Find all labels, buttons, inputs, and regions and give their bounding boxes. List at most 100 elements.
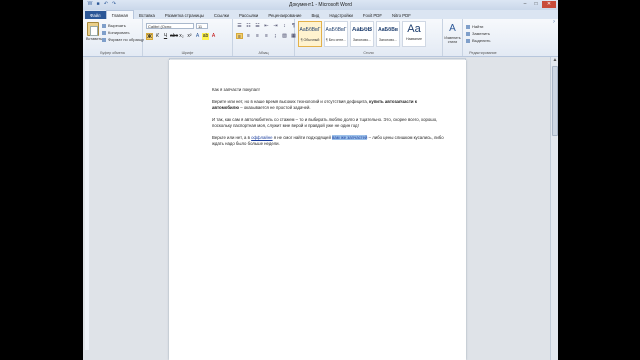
multilevel-icon[interactable]: ☱ xyxy=(254,23,261,29)
paragraph-4[interactable]: Верьте или нет, а в оффлайне я не смог н… xyxy=(212,134,444,148)
copy-icon xyxy=(102,30,106,35)
align-right-icon[interactable]: ≡ xyxy=(254,33,261,39)
editing-items: Найти Заменить Выделить xyxy=(466,23,490,44)
style-name: Заголово... xyxy=(378,38,398,42)
style-normal[interactable]: АаБбВвГ ¶ Обычный xyxy=(298,21,322,47)
replace-label: Заменить xyxy=(472,31,490,36)
paragraph-1[interactable]: Как я запчасти покупал! xyxy=(212,87,444,94)
style-heading-2[interactable]: АаБбВв Заголово... xyxy=(376,21,400,47)
style-title[interactable]: Аа Название xyxy=(402,21,426,47)
select-icon xyxy=(466,38,470,43)
word-window: W ■ ↶ ↷ Документ1 - Microsoft Word – □ ✕… xyxy=(83,0,558,360)
editing-group: Найти Заменить Выделить Редактирование xyxy=(463,19,503,56)
paragraph-3[interactable]: И так, как сам я автолюбитель со стажем … xyxy=(212,117,444,130)
change-styles-button[interactable]: A Изменить стили xyxy=(443,19,463,56)
subscript-button[interactable]: x₂ xyxy=(178,33,185,40)
increase-indent-icon[interactable]: ⇥ xyxy=(272,23,279,29)
paragraph-group-name: Абзац xyxy=(258,51,269,55)
style-name: Название xyxy=(405,37,423,41)
replace-button[interactable]: Заменить xyxy=(466,30,490,37)
paragraph-2[interactable]: Верите или нет, но в наше время высоких … xyxy=(212,99,444,112)
font-group-name: Шрифт xyxy=(181,51,194,55)
tab-page-layout[interactable]: Разметка страницы xyxy=(160,11,209,19)
tab-references[interactable]: Ссылки xyxy=(209,11,234,19)
tab-nitro[interactable]: Nitro PDF xyxy=(387,11,416,19)
font-color-icon[interactable]: A xyxy=(210,33,217,40)
scroll-thumb[interactable] xyxy=(552,66,558,136)
bold-button[interactable]: Ж xyxy=(146,33,153,40)
editing-group-name: Редактирование xyxy=(469,51,497,55)
font-family-select[interactable]: Calibri (Осно xyxy=(146,23,194,29)
tab-view[interactable]: Вид xyxy=(307,11,325,19)
superscript-button[interactable]: x² xyxy=(186,33,193,40)
tab-foxit[interactable]: Foxit PDF xyxy=(358,11,387,19)
vertical-scrollbar[interactable]: ▲ xyxy=(550,57,558,360)
document-page[interactable]: Как я запчасти покупал! Верите или нет, … xyxy=(169,60,466,360)
paragraph-group: ☰ ☷ ☱ ⇤ ⇥ ↕ ¶ ≡ ≡ ≡ ≡ ↨ ▨ ▦ Абзац xyxy=(233,19,297,56)
offline-link[interactable]: оффлайне xyxy=(251,135,272,140)
change-styles-label: Изменить стили xyxy=(444,36,461,44)
paste-button[interactable]: Вставить xyxy=(86,22,102,41)
shading-icon[interactable]: ▨ xyxy=(281,33,288,39)
document-body[interactable]: Как я запчасти покупал! Верите или нет, … xyxy=(212,87,444,153)
highlight-icon[interactable]: ab xyxy=(202,33,209,40)
style-no-spacing[interactable]: АаБбВвГ ¶ Без инте... xyxy=(324,21,348,47)
change-styles-icon: A xyxy=(449,23,456,34)
copy-button[interactable]: Копировать xyxy=(102,29,144,36)
style-gallery: АаБбВвГ ¶ Обычный АаБбВвГ ¶ Без инте... … xyxy=(298,21,426,47)
decrease-indent-icon[interactable]: ⇤ xyxy=(263,23,270,29)
styles-group: АаБбВвГ ¶ Обычный АаБбВвГ ¶ Без инте... … xyxy=(295,19,443,56)
style-name: Заголово... xyxy=(352,38,372,42)
paragraph-4-text: Верьте или нет, а в xyxy=(212,134,252,140)
clipboard-group-name: Буфер обмена xyxy=(100,51,125,55)
selected-text[interactable]: вам же запчастей xyxy=(332,134,368,140)
ribbon: Вставить Вырезать Копировать Формат по о… xyxy=(83,19,558,57)
tab-home[interactable]: Главная xyxy=(105,10,134,19)
align-left-icon[interactable]: ≡ xyxy=(236,33,243,40)
style-sample: АаБбВвГ xyxy=(325,27,347,33)
line-spacing-icon[interactable]: ↨ xyxy=(272,33,279,39)
help-icon[interactable]: ? xyxy=(553,19,555,24)
text-effects-icon[interactable]: A xyxy=(194,33,201,40)
styles-group-name: Стили xyxy=(363,51,374,55)
justify-icon[interactable]: ≡ xyxy=(263,33,270,39)
paragraph-row-bottom: ≡ ≡ ≡ ≡ ↨ ▨ ▦ xyxy=(236,33,297,40)
vertical-ruler xyxy=(85,60,89,350)
find-label: Найти xyxy=(472,24,484,29)
paragraph-4-mid: я не смог найти подходящей xyxy=(272,134,333,140)
numbering-icon[interactable]: ☷ xyxy=(245,23,252,29)
style-sample: АаБбВвГ xyxy=(299,27,321,33)
style-heading-1[interactable]: АаБбВ Заголово... xyxy=(350,21,374,47)
window-controls: – □ ✕ xyxy=(520,1,556,8)
select-label: Выделить xyxy=(472,38,491,43)
align-center-icon[interactable]: ≡ xyxy=(245,33,252,39)
underline-button[interactable]: Ч xyxy=(162,33,169,40)
scissors-icon xyxy=(102,23,106,28)
sort-icon[interactable]: ↕ xyxy=(281,23,288,29)
select-button[interactable]: Выделить xyxy=(466,37,490,44)
title-bar: W ■ ↶ ↷ Документ1 - Microsoft Word – □ ✕ xyxy=(83,0,558,10)
find-button[interactable]: Найти xyxy=(466,23,490,30)
binoculars-icon xyxy=(466,24,470,29)
strikethrough-button[interactable]: abc xyxy=(170,33,178,40)
tab-mailings[interactable]: Рассылки xyxy=(234,11,263,19)
paste-icon xyxy=(87,22,99,36)
paragraph-row-top: ☰ ☷ ☱ ⇤ ⇥ ↕ ¶ xyxy=(236,23,297,29)
clipboard-group: Вставить Вырезать Копировать Формат по о… xyxy=(83,19,144,56)
tab-insert[interactable]: Вставка xyxy=(134,11,160,19)
italic-button[interactable]: К xyxy=(154,33,161,40)
tab-review[interactable]: Рецензирование xyxy=(263,11,306,19)
minimize-button[interactable]: – xyxy=(520,1,530,8)
cut-button[interactable]: Вырезать xyxy=(102,22,144,29)
scroll-up-icon[interactable]: ▲ xyxy=(551,57,558,64)
tab-file[interactable]: Файл xyxy=(85,11,106,19)
font-size-select[interactable]: 11 xyxy=(196,23,208,29)
style-name: ¶ Без инте... xyxy=(325,38,347,42)
bullets-icon[interactable]: ☰ xyxy=(236,23,243,29)
style-sample: Аа xyxy=(407,23,421,35)
close-button[interactable]: ✕ xyxy=(542,1,556,8)
format-painter-button[interactable]: Формат по образцу xyxy=(102,36,144,43)
maximize-button[interactable]: □ xyxy=(531,1,541,8)
tab-addins[interactable]: Надстройки xyxy=(324,11,358,19)
copy-label: Копировать xyxy=(108,30,130,35)
